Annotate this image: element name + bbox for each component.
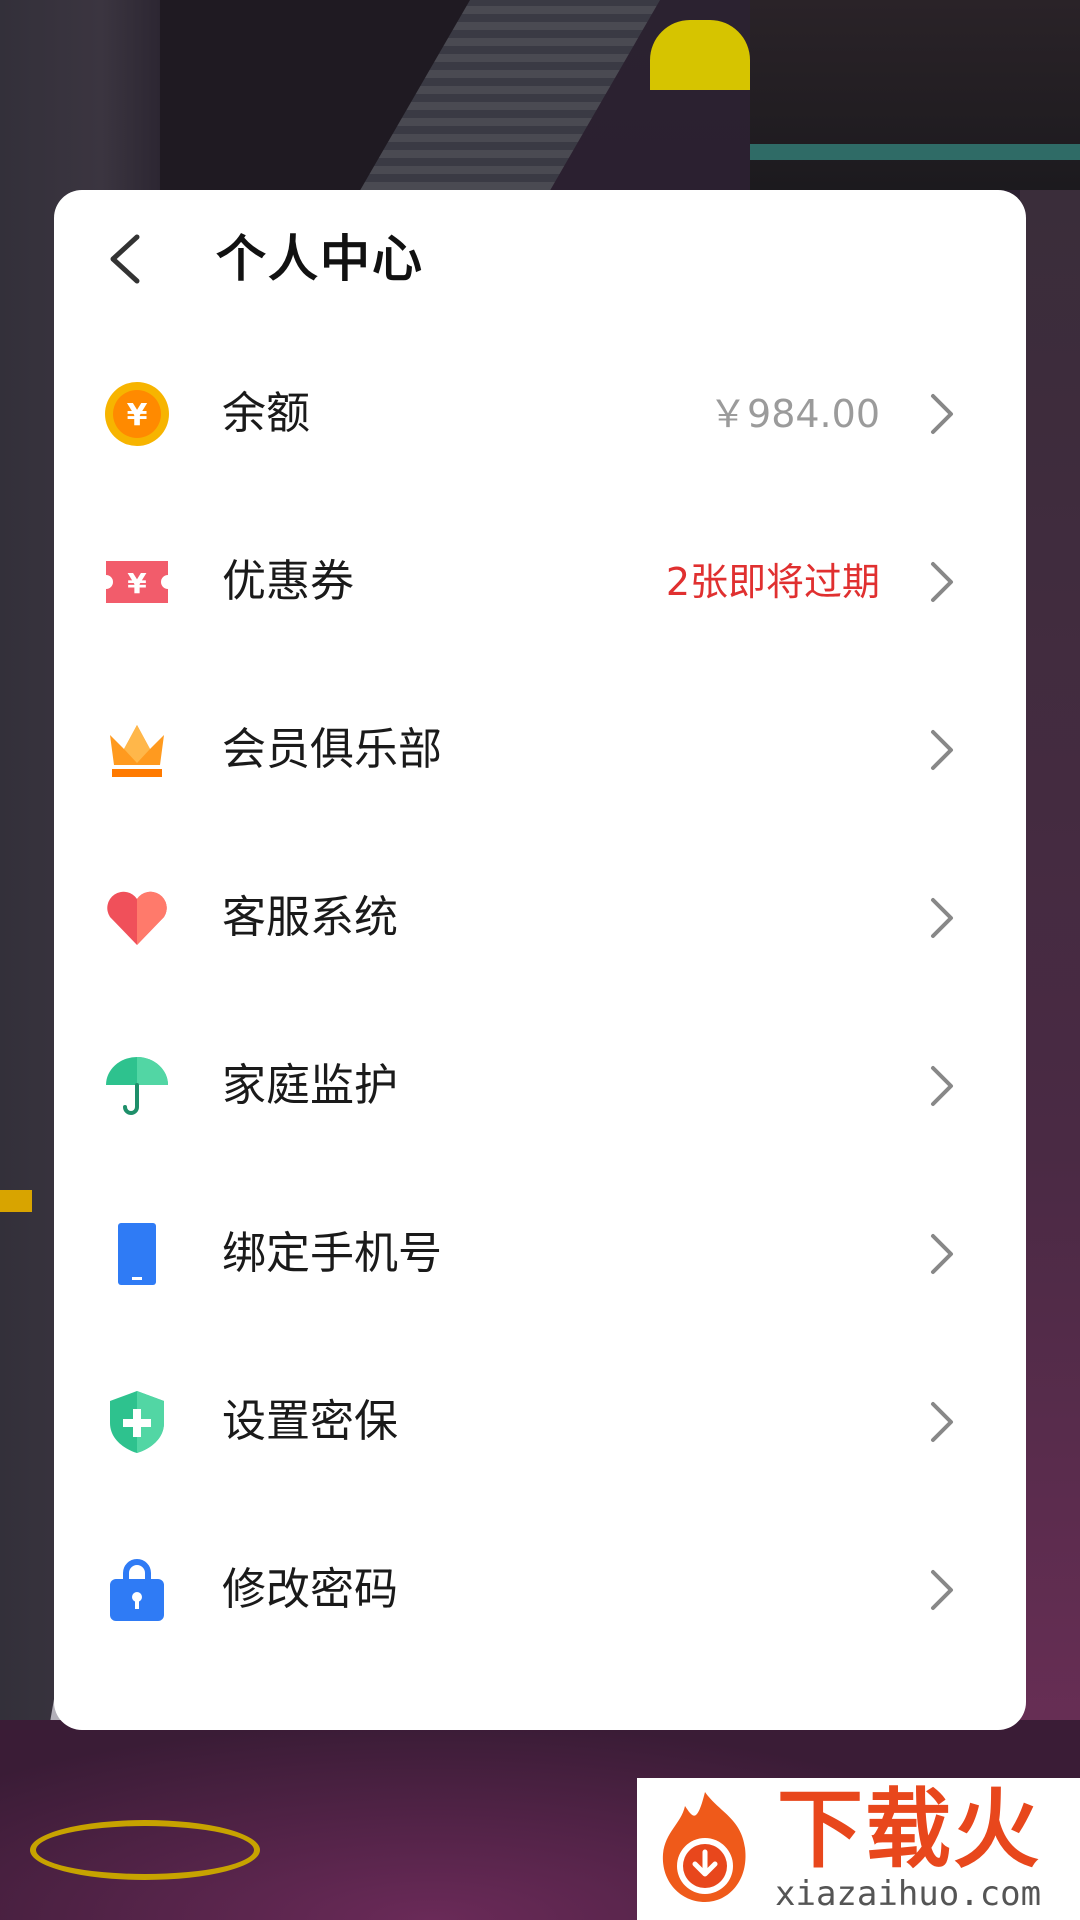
menu-item-change-password[interactable]: 修改密码 — [54, 1506, 1026, 1674]
bg-ring — [30, 1820, 260, 1880]
chevron-right-icon — [922, 720, 962, 780]
chevron-right-icon — [922, 1056, 962, 1116]
balance-value: ￥984.00 — [709, 392, 880, 436]
chevron-right-icon — [922, 1224, 962, 1284]
coupon-status: 2张即将过期 — [665, 560, 880, 604]
chevron-left-icon — [110, 234, 140, 284]
svg-text:¥: ¥ — [127, 567, 147, 600]
menu-item-label: 家庭监护 — [222, 1060, 398, 1111]
bg-lit-window — [650, 20, 750, 90]
umbrella-icon — [104, 1053, 170, 1119]
chevron-right-icon — [922, 888, 962, 948]
menu-item-bind-phone[interactable]: 绑定手机号 — [54, 1170, 1026, 1338]
svg-text:¥: ¥ — [127, 398, 148, 433]
menu-item-label: 修改密码 — [222, 1564, 398, 1615]
menu-item-label: 客服系统 — [222, 892, 398, 943]
bg-building — [750, 0, 1080, 190]
coin-icon: ¥ — [104, 381, 170, 447]
personal-center-panel: 个人中心 ¥ 余额 ￥984.00 ¥ 优惠券 2张即将过期 会员俱乐部 客服系… — [54, 190, 1026, 1730]
watermark-url: xiazaihuo.com — [775, 1874, 1042, 1914]
menu-item-coupons[interactable]: ¥ 优惠券 2张即将过期 — [54, 498, 1026, 666]
watermark-brand: 下载火 — [777, 1780, 1041, 1880]
chevron-right-icon — [922, 552, 962, 612]
chevron-right-icon — [922, 384, 962, 444]
panel-header: 个人中心 — [54, 190, 1026, 330]
heart-icon — [104, 885, 170, 951]
menu-item-label: 优惠券 — [222, 556, 354, 607]
menu-item-membership-club[interactable]: 会员俱乐部 — [54, 666, 1026, 834]
crown-icon — [104, 717, 170, 783]
chevron-right-icon — [922, 1392, 962, 1452]
menu-item-label: 余额 — [222, 388, 310, 439]
menu-item-label: 设置密保 — [222, 1396, 398, 1447]
lock-icon — [104, 1557, 170, 1623]
bg-flag — [0, 1190, 32, 1212]
site-watermark: 下载火 xiazaihuo.com — [637, 1778, 1080, 1920]
shield-icon — [104, 1389, 170, 1455]
menu-item-family-guardian[interactable]: 家庭监护 — [54, 1002, 1026, 1170]
menu-item-label: 绑定手机号 — [222, 1228, 442, 1279]
chevron-right-icon — [922, 1560, 962, 1620]
menu-list: ¥ 余额 ￥984.00 ¥ 优惠券 2张即将过期 会员俱乐部 客服系统 家庭监… — [54, 330, 1026, 1674]
menu-item-customer-service[interactable]: 客服系统 — [54, 834, 1026, 1002]
menu-item-balance[interactable]: ¥ 余额 ￥984.00 — [54, 330, 1026, 498]
bg-wall — [1020, 190, 1080, 1790]
phone-icon — [104, 1221, 170, 1287]
menu-item-security-question[interactable]: 设置密保 — [54, 1338, 1026, 1506]
coupon-icon: ¥ — [104, 549, 170, 615]
page-title: 个人中心 — [216, 230, 424, 288]
menu-item-label: 会员俱乐部 — [222, 724, 442, 775]
back-button[interactable] — [94, 228, 156, 290]
flame-logo-icon — [662, 1792, 746, 1902]
